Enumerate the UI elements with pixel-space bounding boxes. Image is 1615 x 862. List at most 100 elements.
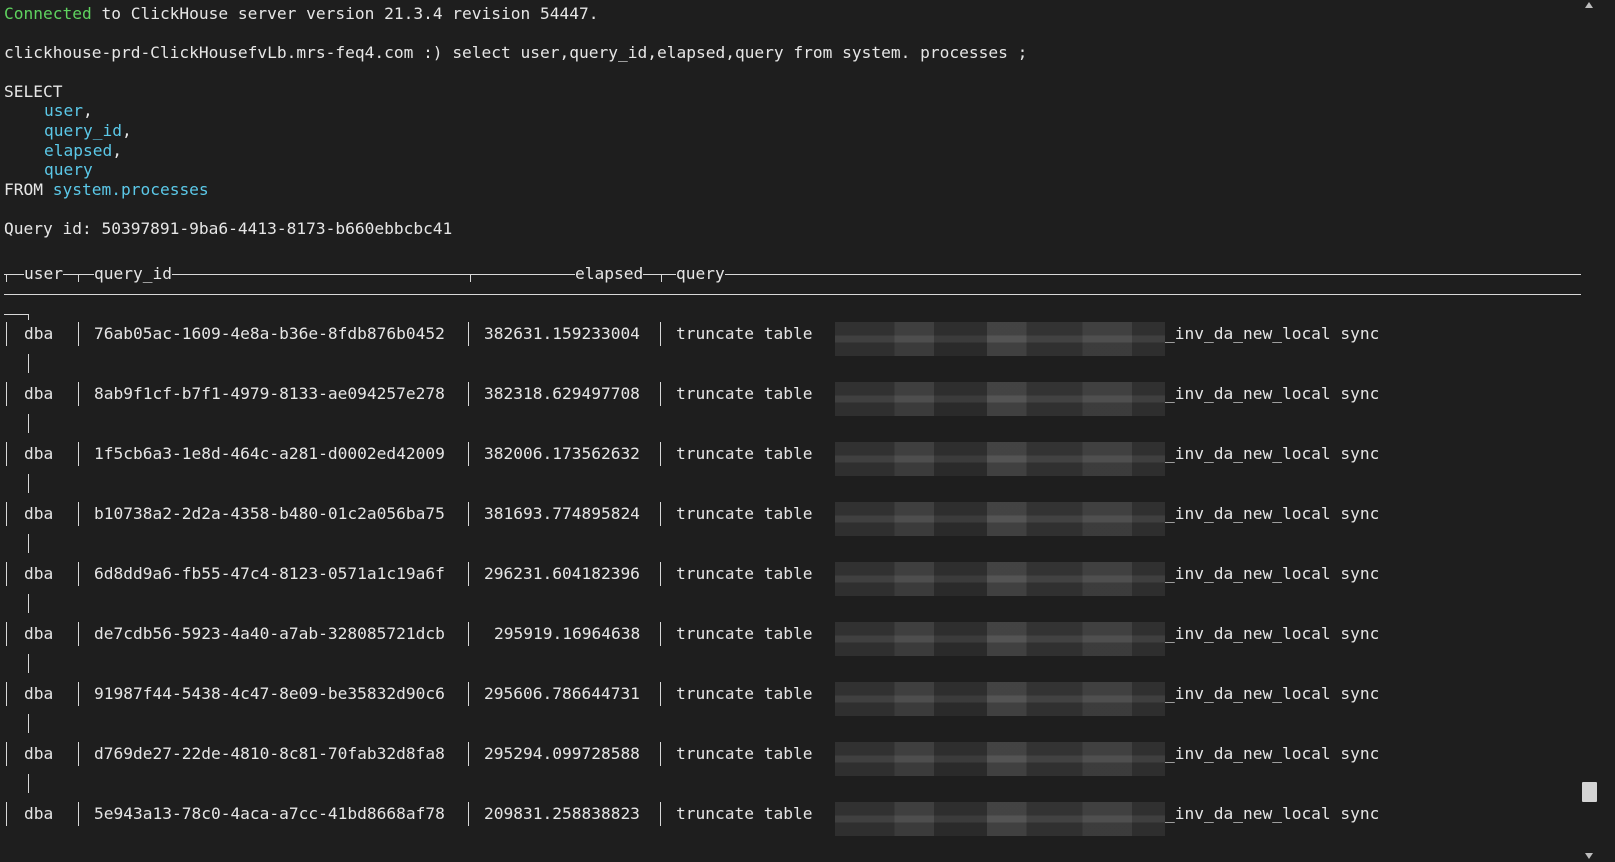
table-column-separator: [6, 502, 7, 526]
table-cell-query-start: truncate table: [676, 624, 813, 643]
query-field-query: query: [44, 160, 93, 179]
table-column-separator: [6, 442, 7, 466]
table-cell-user: dba: [24, 624, 54, 643]
table-cell-query-id: 5e943a13-78c0-4aca-a7cc-41bd8668af78: [94, 804, 445, 823]
table-cell-elapsed: 209831.258838823: [484, 804, 640, 823]
table-cell-query-id: de7cdb56-5923-4a40-a7ab-328085721dcb: [94, 624, 445, 643]
table-cell-query-start: truncate table: [676, 384, 813, 403]
column-header-query-id: query_id: [94, 264, 172, 284]
terminal-window[interactable]: Connected to ClickHouse server version 2…: [0, 0, 1598, 862]
table-cell-query-end: _inv_da_new_local sync: [1165, 684, 1380, 703]
table-cell-elapsed: 382006.173562632: [484, 444, 640, 463]
table-column-separator: [78, 322, 79, 346]
triangle-up-icon[interactable]: [1585, 2, 1593, 8]
table-column-separator: [6, 802, 7, 826]
table-column-separator: [468, 682, 469, 706]
header-bottom-left-tick: [28, 314, 29, 320]
prompt-host: clickhouse-prd-ClickHousefvLb.mrs-feq4.c…: [4, 43, 453, 62]
table-cell-query-id: 91987f44-5438-4c47-8e09-be35832d90c6: [94, 684, 445, 703]
table-cell-query-start: truncate table: [676, 744, 813, 763]
redacted-table-name-block: [835, 622, 1165, 656]
table-column-separator: [468, 382, 469, 406]
redacted-table-name-block: [835, 502, 1165, 536]
vertical-scrollbar[interactable]: [1581, 0, 1598, 862]
table-cell-query-end: _inv_da_new_local sync: [1165, 744, 1380, 763]
table-column-separator: [468, 622, 469, 646]
table-cell-user: dba: [24, 564, 54, 583]
table-column-separator: [78, 502, 79, 526]
redacted-table-name-block: [835, 682, 1165, 716]
column-header-user: user: [24, 264, 63, 284]
table-cell-elapsed: 381693.774895824: [484, 504, 640, 523]
table-column-separator: [78, 382, 79, 406]
table-cell-query-end: _inv_da_new_local sync: [1165, 444, 1380, 463]
table-cell-query-start: truncate table: [676, 804, 813, 823]
table-column-separator: [660, 442, 661, 466]
row-wrap-tick: [28, 474, 29, 493]
table-column-separator: [6, 382, 7, 406]
table-cell-query-start: truncate table: [676, 324, 813, 343]
table-column-separator: [6, 622, 7, 646]
table-cell-query-start: truncate table: [676, 564, 813, 583]
redacted-table-name-block: [835, 802, 1165, 836]
table-header-underline: [4, 294, 1589, 295]
table-cell-elapsed: 382318.629497708: [484, 384, 640, 403]
table-top-rule: [4, 274, 1589, 275]
table-cell-query-end: _inv_da_new_local sync: [1165, 624, 1380, 643]
redacted-table-name-block: [835, 742, 1165, 776]
formatted-query-from: FROM system.processes: [4, 180, 209, 199]
query-field-query-id: query_id,: [44, 121, 132, 140]
redacted-table-name-block: [835, 382, 1165, 416]
table-cell-query-start: truncate table: [676, 444, 813, 463]
column-header-query: query: [676, 264, 725, 284]
table-column-separator: [468, 502, 469, 526]
table-column-separator: [78, 742, 79, 766]
header-separator-query-id: [470, 274, 471, 282]
table-cell-elapsed: 296231.604182396: [484, 564, 640, 583]
column-header-elapsed: elapsed: [575, 264, 644, 284]
table-cell-query-id: 6d8dd9a6-fb55-47c4-8123-0571a1c19a6f: [94, 564, 445, 583]
table-column-separator: [6, 682, 7, 706]
table-column-separator: [660, 322, 661, 346]
table-cell-query-end: _inv_da_new_local sync: [1165, 324, 1380, 343]
triangle-down-icon[interactable]: [1585, 853, 1593, 859]
table-column-separator: [468, 322, 469, 346]
table-cell-user: dba: [24, 684, 54, 703]
table-cell-user: dba: [24, 324, 54, 343]
table-column-separator: [78, 562, 79, 586]
row-wrap-tick: [28, 354, 29, 373]
table-cell-elapsed: 295606.786644731: [484, 684, 640, 703]
table-column-separator: [78, 682, 79, 706]
table-cell-query-id: 76ab05ac-1609-4e8a-b36e-8fdb876b0452: [94, 324, 445, 343]
table-cell-query-start: truncate table: [676, 684, 813, 703]
connection-status-line: Connected to ClickHouse server version 2…: [4, 4, 599, 24]
table-column-separator: [660, 562, 661, 586]
scrollbar-thumb[interactable]: [1582, 782, 1597, 802]
table-column-separator: [468, 442, 469, 466]
command-input[interactable]: select user,query_id,elapsed,query from …: [452, 43, 1027, 62]
header-separator-user: [78, 274, 79, 282]
table-column-separator: [6, 322, 7, 346]
connected-status: Connected: [4, 4, 92, 23]
row-wrap-tick: [28, 654, 29, 673]
table-cell-query-end: _inv_da_new_local sync: [1165, 504, 1380, 523]
table-cell-user: dba: [24, 744, 54, 763]
header-bottom-left-rule: [4, 314, 28, 315]
table-column-separator: [78, 442, 79, 466]
table-column-separator: [78, 802, 79, 826]
table-suffix: .processes: [111, 180, 209, 199]
table-column-separator: [660, 802, 661, 826]
table-cell-elapsed: 295919.16964638: [494, 624, 641, 643]
table-cell-query-id: b10738a2-2d2a-4358-b480-01c2a056ba75: [94, 504, 445, 523]
query-field-user: user,: [44, 101, 93, 120]
prompt-line: clickhouse-prd-ClickHousefvLb.mrs-feq4.c…: [4, 43, 1027, 63]
table-column-separator: [468, 562, 469, 586]
table-column-separator: [78, 622, 79, 646]
query-field-elapsed: elapsed,: [44, 141, 122, 160]
redacted-table-name-block: [835, 322, 1165, 356]
row-wrap-tick: [28, 414, 29, 433]
row-wrap-tick: [28, 534, 29, 553]
table-cell-user: dba: [24, 444, 54, 463]
table-cell-query-end: _inv_da_new_local sync: [1165, 564, 1380, 583]
table-column-separator: [468, 742, 469, 766]
